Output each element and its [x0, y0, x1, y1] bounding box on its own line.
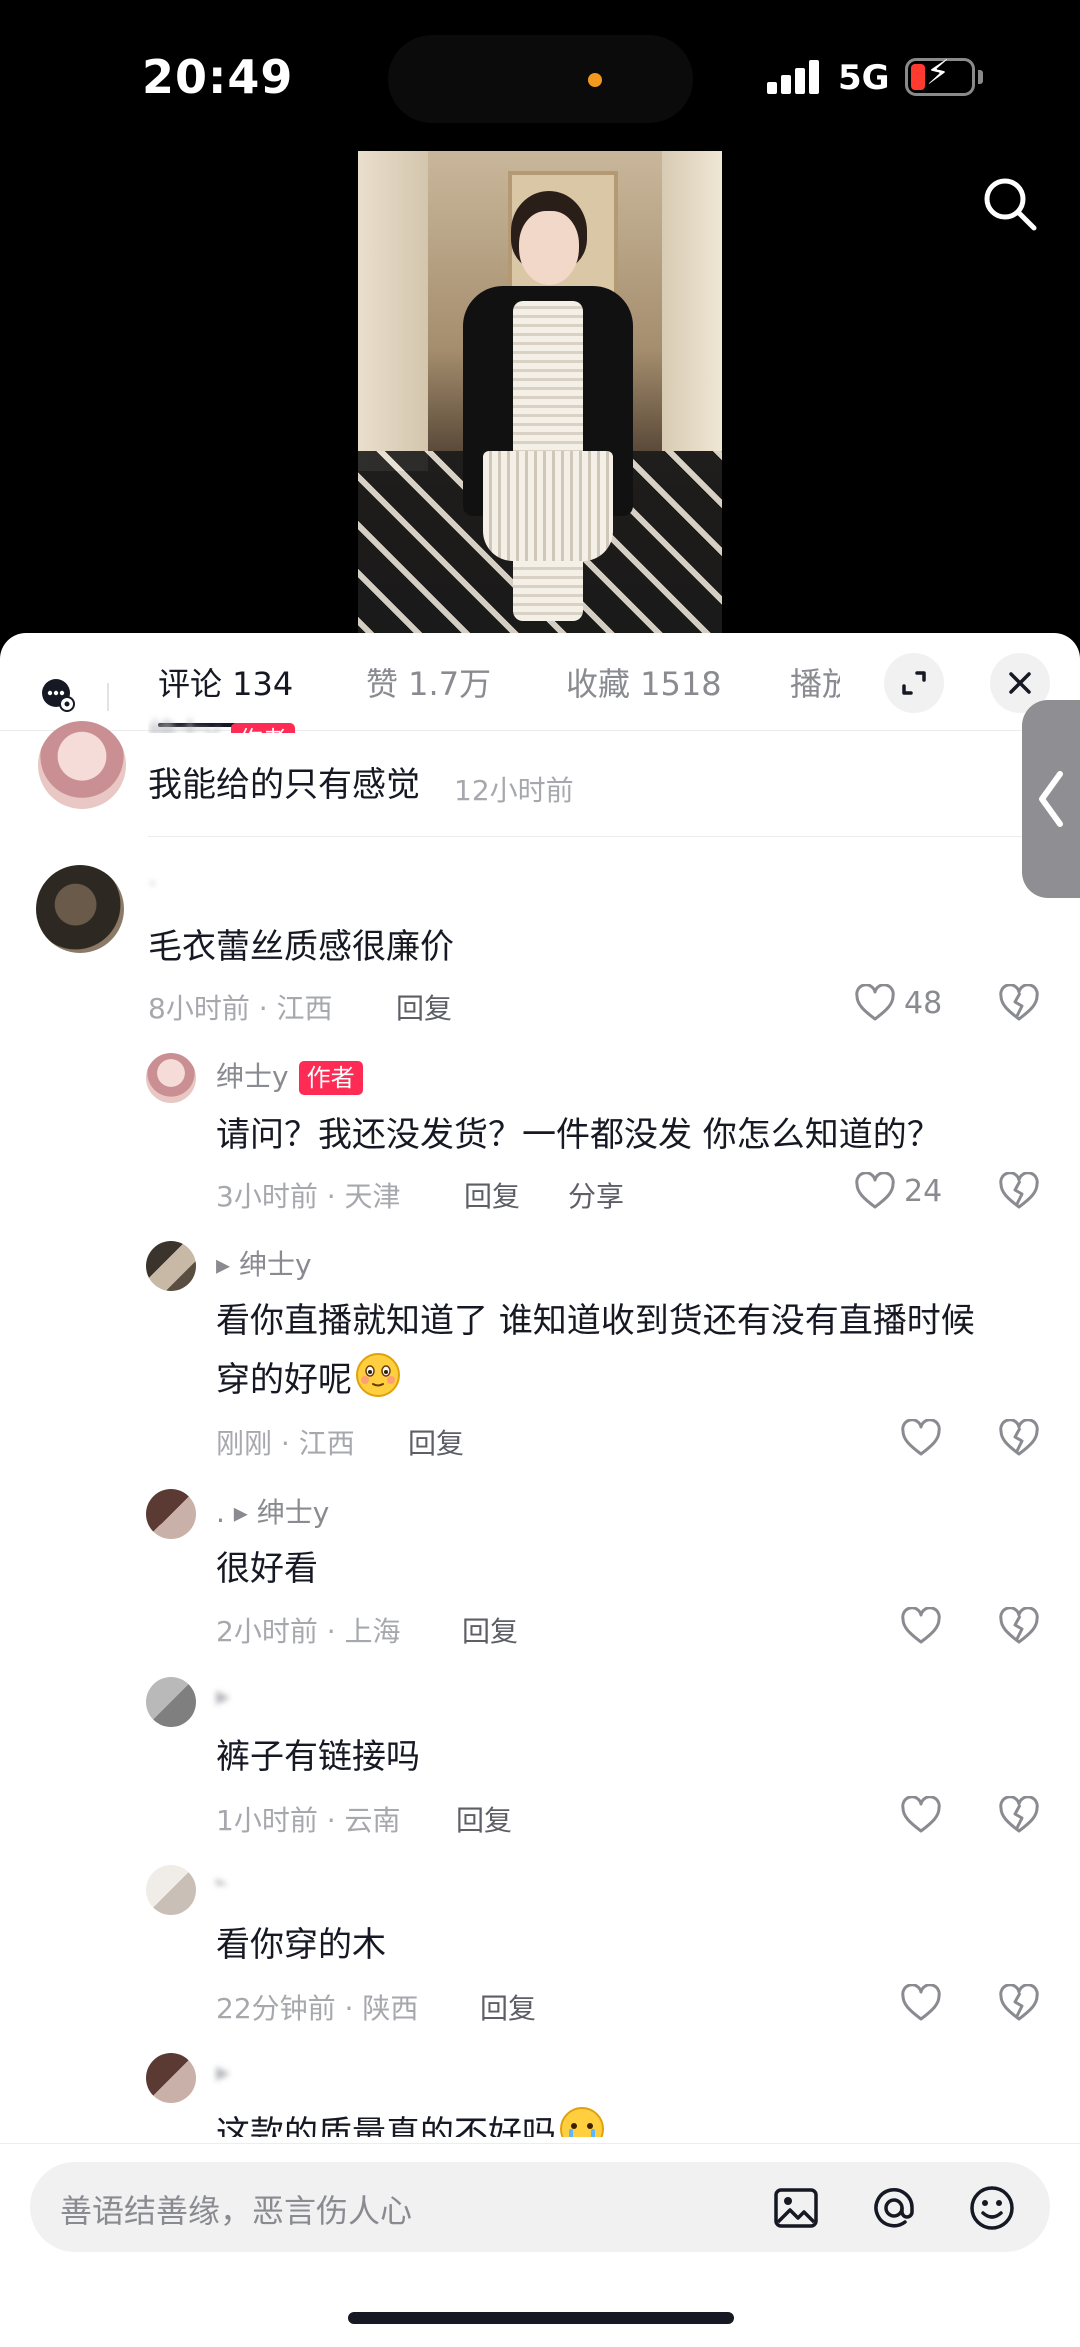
heart-icon[interactable]: [900, 1983, 942, 2022]
comment-text: 看你直播就知道了 谁知道收到货还有没有直播时候: [216, 1301, 975, 1341]
cellular-signal-icon: [767, 60, 821, 94]
broken-heart-icon[interactable]: [998, 1795, 1040, 1834]
comment-username[interactable]: ·: [148, 867, 157, 900]
broken-heart-icon[interactable]: [998, 1171, 1040, 1210]
avatar[interactable]: [146, 1677, 196, 1727]
broken-heart-icon[interactable]: [998, 1606, 1040, 1645]
tab-favorites[interactable]: 收藏 1518: [566, 659, 722, 705]
video-preview[interactable]: [358, 151, 722, 645]
share-button[interactable]: 分享: [568, 1175, 624, 1215]
comment-time: 刚刚 · 江西: [216, 1427, 355, 1460]
home-indicator[interactable]: [348, 2312, 734, 2324]
comment-username[interactable]: ▸: [216, 1867, 230, 1885]
heart-icon[interactable]: [854, 983, 896, 1022]
comment-input-placeholder: 善语结善缘，恶言伤人心: [60, 2192, 413, 2230]
emoji-icon[interactable]: [966, 2182, 1018, 2234]
broken-heart-icon[interactable]: [998, 1418, 1040, 1457]
tab-divider: [107, 683, 109, 711]
comment-text: 很好看: [216, 1549, 318, 1589]
author-badge: 作者: [298, 1061, 363, 1095]
battery-icon: ⚡: [905, 53, 975, 96]
comment-username[interactable]: 绅士y作者: [148, 711, 295, 733]
avatar[interactable]: [146, 2053, 196, 2103]
comment-text: 我能给的只有感觉: [148, 765, 420, 805]
comment-time: 8小时前 · 江西: [148, 992, 333, 1025]
comment-text-line2: 穿的好呢: [216, 1351, 402, 1408]
crying-emoji-icon: [560, 2107, 604, 2137]
reply-button[interactable]: 回复: [408, 1422, 464, 1462]
avatar[interactable]: [36, 865, 124, 953]
comment-username[interactable]: ▸ 绅士y: [216, 1243, 312, 1283]
comment-time: 12小时前: [454, 774, 574, 807]
broken-heart-icon[interactable]: [998, 1983, 1040, 2022]
comment-text: 裤子有链接吗: [216, 1737, 420, 1777]
avatar[interactable]: [146, 1053, 196, 1103]
chat-settings-icon[interactable]: [40, 677, 76, 713]
comment-username[interactable]: ▸: [216, 1679, 230, 1712]
expand-button[interactable]: [884, 653, 944, 713]
battery-cap: [978, 70, 983, 84]
status-bar: 20:49 5G ⚡: [0, 0, 1080, 150]
comment-username[interactable]: ▸: [216, 2055, 230, 2088]
avatar[interactable]: [38, 721, 126, 809]
reply-button[interactable]: 回复: [456, 1799, 512, 1839]
avatar[interactable]: [146, 1489, 196, 1539]
like-count: 24: [904, 1174, 943, 1209]
divider: [148, 836, 1080, 837]
network-type: 5G: [838, 58, 890, 98]
broken-heart-icon[interactable]: [998, 983, 1040, 1022]
tab-likes[interactable]: 赞 1.7万: [366, 659, 491, 705]
comment-text: 请问？我还没发货？一件都没发 你怎么知道的？: [216, 1115, 941, 1155]
reply-button[interactable]: 回复: [464, 1175, 520, 1215]
side-panel-handle[interactable]: [1022, 700, 1080, 898]
dynamic-island: [388, 35, 693, 123]
heart-icon[interactable]: [900, 1795, 942, 1834]
heart-icon[interactable]: [900, 1418, 942, 1457]
heart-icon[interactable]: [900, 1606, 942, 1645]
comment-time: 22分钟前 · 陕西: [216, 1992, 419, 2025]
tab-plays[interactable]: 播放: [790, 659, 840, 705]
comment-text: 看你穿的木: [216, 1925, 386, 1965]
comment-time: 1小时前 · 云南: [216, 1804, 401, 1837]
status-time: 20:49: [142, 50, 294, 104]
charging-icon: ⚡: [926, 53, 950, 93]
image-icon[interactable]: [770, 2182, 822, 2234]
comment-username[interactable]: 绅士y作者: [216, 1055, 363, 1095]
search-icon[interactable]: [978, 172, 1042, 236]
comment-input[interactable]: 善语结善缘，恶言伤人心: [30, 2162, 1050, 2252]
like-count: 48: [904, 986, 943, 1021]
reply-button[interactable]: 回复: [480, 1987, 536, 2027]
reply-button[interactable]: 回复: [396, 987, 452, 1027]
comment-time: 2小时前 · 上海: [216, 1615, 401, 1648]
comment-text: 这款的质量真的不好吗: [216, 2105, 606, 2137]
mention-icon[interactable]: [868, 2182, 920, 2234]
avatar[interactable]: [146, 1241, 196, 1291]
tab-comments[interactable]: 评论 134: [158, 659, 293, 705]
heart-icon[interactable]: [854, 1171, 896, 1210]
avatar[interactable]: [146, 1865, 196, 1915]
comment-username[interactable]: . ▸ 绅士y: [216, 1491, 329, 1531]
comment-text: 毛衣蕾丝质感很廉价: [148, 927, 454, 967]
privacy-indicator-dot: [588, 73, 602, 87]
comment-sheet: 评论 134 赞 1.7万 收藏 1518 播放 绅士y作者 我能给的只有感觉 …: [0, 633, 1080, 2347]
reply-button[interactable]: 回复: [462, 1610, 518, 1650]
blushing-emoji-icon: [356, 1353, 400, 1397]
comment-time: 3小时前 · 天津: [216, 1180, 401, 1213]
